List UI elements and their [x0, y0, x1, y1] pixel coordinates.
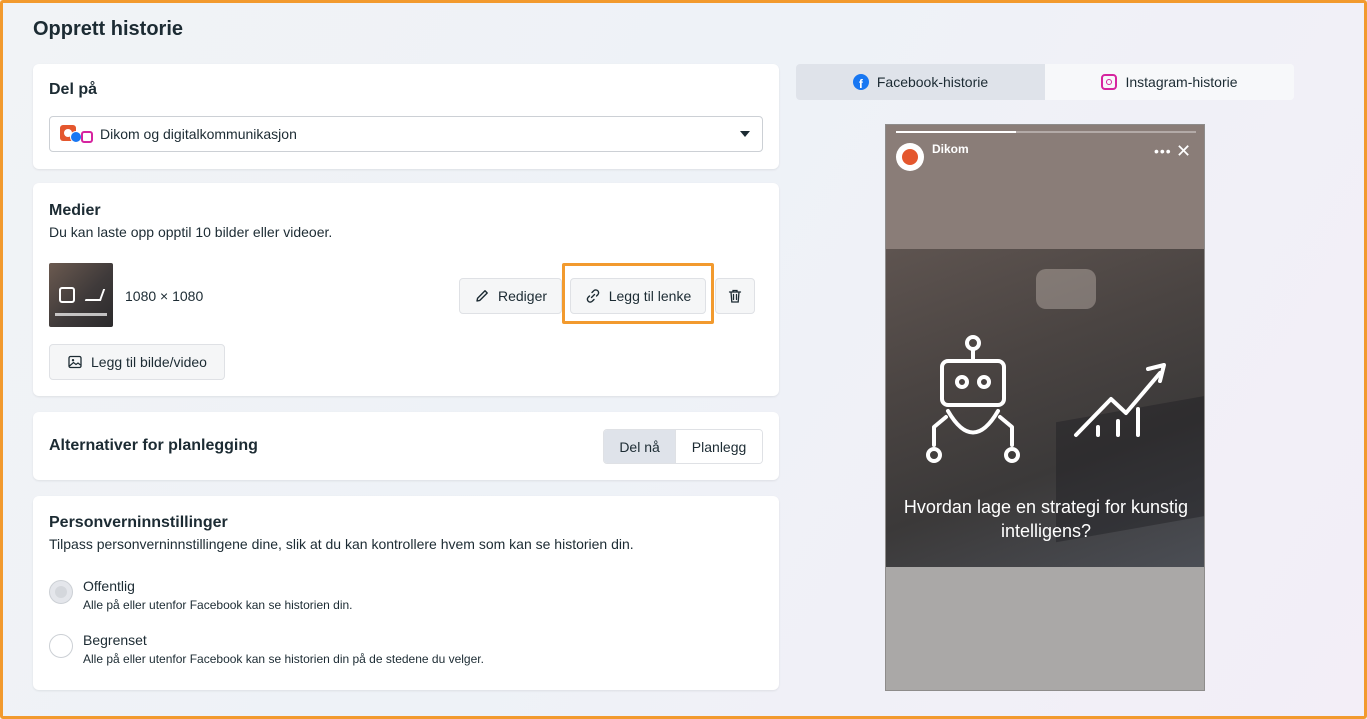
account-icons: [60, 123, 93, 145]
close-icon[interactable]: ✕: [1176, 141, 1191, 162]
tab-facebook-story[interactable]: f Facebook-historie: [796, 64, 1045, 100]
privacy-option-label: Begrenset: [83, 632, 147, 648]
media-dimensions: 1080 × 1080: [125, 288, 204, 304]
privacy-option-description: Alle på eller utenfor Facebook kan se hi…: [83, 652, 484, 666]
story-preview: Dikom ••• ✕ Hvordan lage en strategi for…: [885, 124, 1205, 691]
chart-icon: [84, 289, 106, 301]
more-icon[interactable]: •••: [1154, 143, 1172, 159]
share-now-button[interactable]: Del nå: [604, 430, 677, 463]
media-title: Medier: [49, 202, 101, 219]
edit-button[interactable]: Rediger: [459, 278, 562, 314]
story-bottom-area: [886, 567, 1204, 690]
privacy-title: Personverninnstillinger: [49, 514, 228, 531]
caret-down-icon: [740, 131, 750, 137]
image-icon: [68, 355, 82, 369]
add-link-button[interactable]: Legg til lenke: [570, 278, 706, 314]
privacy-option-label: Offentlig: [83, 578, 135, 594]
share-on-title: Del på: [49, 81, 98, 98]
preview-tabs: f Facebook-historie Instagram-historie: [796, 64, 1294, 100]
radio-button[interactable]: [49, 580, 73, 604]
tab-instagram-story[interactable]: Instagram-historie: [1045, 64, 1294, 100]
privacy-option-public[interactable]: Offentlig Alle på eller utenfor Facebook…: [49, 578, 353, 612]
media-thumbnail[interactable]: [49, 263, 113, 327]
tab-facebook-story-label: Facebook-historie: [876, 74, 989, 90]
media-card: Medier Du kan laste opp opptil 10 bilder…: [33, 183, 779, 396]
delete-button[interactable]: [715, 278, 755, 314]
instagram-icon: [1101, 74, 1118, 90]
pencil-icon: [476, 290, 488, 302]
media-subtitle: Du kan laste opp opptil 10 bilder eller …: [49, 224, 333, 240]
schedule-title: Alternativer for planlegging: [49, 437, 258, 454]
radio-button[interactable]: [49, 634, 73, 658]
privacy-subtitle: Tilpass personverninnstillingene dine, s…: [49, 536, 634, 552]
robot-body: [946, 409, 1000, 435]
link-icon: [586, 289, 599, 303]
add-link-button-label: Legg til lenke: [608, 288, 692, 304]
add-photo-video-button[interactable]: Legg til bilde/video: [49, 344, 225, 380]
facebook-icon: f: [852, 74, 869, 90]
robot-icon: [59, 287, 75, 303]
tab-instagram-story-label: Instagram-historie: [1125, 74, 1238, 90]
robot-head: [940, 359, 1006, 407]
share-on-card: Del på Dikom og digitalkommunikasjon: [33, 64, 779, 169]
account-select[interactable]: Dikom og digitalkommunikasjon: [49, 116, 763, 152]
schedule-card: Alternativer for planlegging Del nå Plan…: [33, 412, 779, 480]
privacy-card: Personverninnstillinger Tilpass personve…: [33, 496, 779, 690]
story-account-name: Dikom: [932, 142, 969, 156]
add-photo-video-label: Legg til bilde/video: [91, 354, 207, 370]
privacy-option-limited[interactable]: Begrenset Alle på eller utenfor Facebook…: [49, 632, 484, 666]
trash-icon: [728, 289, 742, 303]
edit-button-label: Rediger: [497, 288, 548, 304]
story-progress-bar: [896, 131, 1196, 133]
thumbnail-caption: [55, 313, 107, 316]
story-image: Hvordan lage en strategi for kunstig int…: [886, 249, 1204, 567]
page-title: Opprett historie: [33, 18, 184, 40]
schedule-toggle: Del nå Planlegg: [603, 429, 763, 464]
story-caption: Hvordan lage en strategi for kunstig int…: [903, 497, 1189, 541]
story-progress-fill: [896, 131, 1016, 133]
instagram-icon: [81, 131, 93, 143]
account-name: Dikom og digitalkommunikasjon: [100, 126, 297, 142]
schedule-button[interactable]: Planlegg: [676, 430, 762, 463]
story-avatar: [896, 143, 924, 171]
privacy-option-description: Alle på eller utenfor Facebook kan se hi…: [83, 598, 353, 612]
